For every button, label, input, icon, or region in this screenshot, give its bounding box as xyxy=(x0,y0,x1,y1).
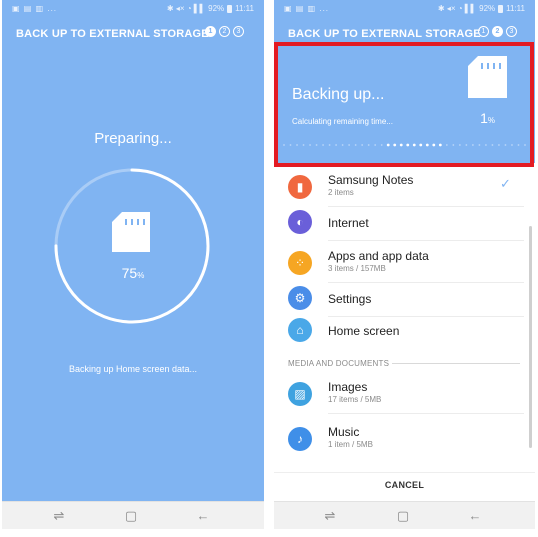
battery-icon xyxy=(227,4,233,13)
right-phone-screen: ▣ ▤ ▥ ... ✱ ◂× ◔ ▌▌ 92% 11:11 BACK UP TO… xyxy=(274,0,535,529)
home-screen-icon: ⌂ xyxy=(288,318,312,342)
notification-icons: ▣ ▤ ▥ ... xyxy=(284,4,330,13)
list-item[interactable]: ▨ Images 17 items / 5MB xyxy=(274,377,526,414)
list-item[interactable]: ⁘ Apps and app data 3 items / 157MB xyxy=(274,246,526,283)
battery-icon xyxy=(498,4,504,13)
home-icon[interactable]: ▢ xyxy=(121,508,141,524)
recent-apps-icon[interactable]: ⇌ xyxy=(320,508,340,524)
step-indicator: 1 2 3 xyxy=(205,26,244,37)
internet-icon: ◐ xyxy=(288,210,312,234)
notes-icon: ▮ xyxy=(288,175,312,199)
item-title: Images xyxy=(328,380,368,394)
progress-unit: % xyxy=(137,271,145,280)
item-subtitle: 17 items / 5MB xyxy=(328,395,382,404)
preparing-status: Preparing... xyxy=(94,130,172,147)
list-item[interactable]: ◐ Internet xyxy=(274,210,526,246)
navigation-bar: ⇌ ▢ ← xyxy=(2,501,264,529)
item-title: Music xyxy=(328,425,360,439)
signal-icons: ✱ ◂× ◔ ▌▌ xyxy=(166,3,206,13)
step-indicator: 1 2 3 xyxy=(478,26,517,37)
row-divider xyxy=(328,316,524,317)
progress-value: 75 xyxy=(121,265,138,281)
step-3: 3 xyxy=(506,26,517,37)
progress-percent: 75% xyxy=(2,265,264,281)
step-2: 2 xyxy=(219,26,230,37)
images-icon: ▨ xyxy=(288,382,312,406)
item-title: Home screen xyxy=(328,324,400,338)
list-item[interactable]: ⌂ Home screen xyxy=(274,318,526,354)
section-header: MEDIA AND DOCUMENTS xyxy=(288,359,390,368)
sd-card-icon xyxy=(112,212,150,252)
cancel-button[interactable]: CANCEL xyxy=(274,480,535,490)
row-divider xyxy=(328,413,524,414)
item-subtitle: 1 item / 5MB xyxy=(328,440,373,449)
backup-detail: Backing up Home screen data... xyxy=(68,364,198,374)
item-subtitle: 2 items xyxy=(328,188,354,197)
battery-percent: 92% xyxy=(208,4,225,13)
navigation-bar: ⇌ ▢ ← xyxy=(274,501,535,529)
item-subtitle: 3 items / 157MB xyxy=(328,264,386,273)
row-divider xyxy=(328,282,524,283)
highlight-box xyxy=(274,42,534,167)
battery-percent: 92% xyxy=(479,4,496,13)
list-item[interactable]: ♪ Music 1 item / 5MB xyxy=(274,422,526,458)
item-title: Settings xyxy=(328,292,372,306)
signal-icons: ✱ ◂× ◔ ▌▌ xyxy=(437,3,477,13)
left-phone-screen: ▣ ▤ ▥ ... ✱ ◂× ◔ ▌▌ 92% 11:11 BACK UP TO… xyxy=(2,0,264,529)
row-divider xyxy=(328,206,524,207)
row-divider xyxy=(328,240,524,241)
home-icon[interactable]: ▢ xyxy=(393,508,413,524)
music-icon: ♪ xyxy=(288,427,312,451)
item-title: Apps and app data xyxy=(328,249,429,263)
item-title: Samsung Notes xyxy=(328,173,414,187)
step-1: 1 xyxy=(478,26,489,37)
settings-icon: ⚙ xyxy=(288,286,312,310)
step-1: 1 xyxy=(205,26,216,37)
status-bar: ▣ ▤ ▥ ... ✱ ◂× ◔ ▌▌ 92% 11:11 xyxy=(274,0,535,16)
status-bar: ▣ ▤ ▥ ... ✱ ◂× ◔ ▌▌ 92% 11:11 xyxy=(2,0,264,16)
page-title: BACK UP TO EXTERNAL STORAGE xyxy=(288,28,481,40)
notification-icons: ▣ ▤ ▥ ... xyxy=(12,4,58,13)
page-title: BACK UP TO EXTERNAL STORAGE xyxy=(16,28,209,40)
list-item[interactable]: ▮ Samsung Notes 2 items ✓ xyxy=(274,170,526,207)
section-divider xyxy=(392,363,520,364)
apps-icon: ⁘ xyxy=(288,251,312,275)
check-icon: ✓ xyxy=(500,176,511,191)
cancel-divider xyxy=(274,472,535,473)
recent-apps-icon[interactable]: ⇌ xyxy=(49,508,69,524)
back-icon[interactable]: ← xyxy=(465,508,485,524)
scrollbar[interactable] xyxy=(529,226,532,448)
clock: 11:11 xyxy=(506,4,525,13)
list-item[interactable]: ⚙ Settings xyxy=(274,286,526,322)
item-title: Internet xyxy=(328,216,369,230)
step-2: 2 xyxy=(492,26,503,37)
clock: 11:11 xyxy=(235,4,254,13)
step-3: 3 xyxy=(233,26,244,37)
back-icon[interactable]: ← xyxy=(193,508,213,524)
